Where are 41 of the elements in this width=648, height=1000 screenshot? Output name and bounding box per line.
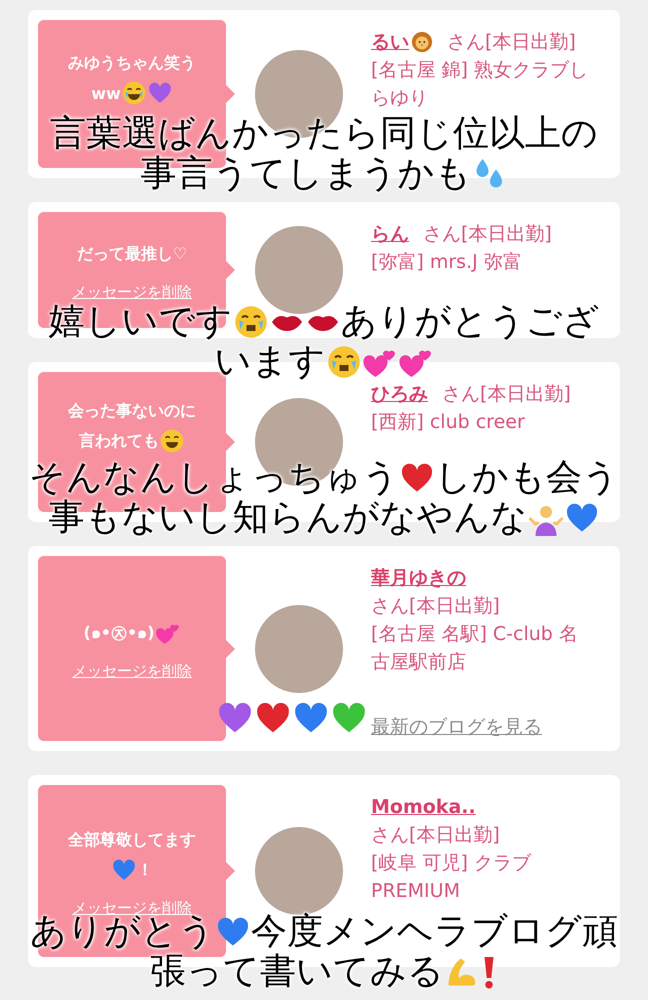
message-text: (๑•㉨•๑) <box>83 622 155 644</box>
attendance-text: さん[本日出勤] <box>442 382 571 407</box>
shop-name: [名古屋 錦] 熟女クラブしらゆり <box>371 59 588 109</box>
message-text: 会った事ないのに <box>68 400 196 422</box>
delete-message-link[interactable]: メッセージを削除 <box>72 662 192 680</box>
attendance-text: さん[本日出勤] <box>423 222 552 247</box>
lion-icon <box>411 31 433 53</box>
caption-text: 言葉選ばんかったら同じ位以上の <box>50 114 598 154</box>
cast-name-link[interactable]: ひろみ <box>371 380 428 408</box>
cast-name-link[interactable]: るい <box>371 28 409 56</box>
caption-text: しかも会う <box>435 458 619 498</box>
caption-text: 張って書いてみる <box>150 952 444 992</box>
delete-message-link[interactable]: メッセージを削除 <box>72 283 192 301</box>
message-text: みゆうちゃん笑う <box>68 52 196 74</box>
message-text: ww <box>91 84 121 102</box>
caption-text: 事言うてしまうかも <box>140 154 472 194</box>
caption-text: います <box>214 342 326 382</box>
caption-text: ありがとうござ <box>340 302 600 342</box>
message-text: 全部尊敬してます <box>68 830 196 850</box>
laughing-face-icon <box>159 428 185 454</box>
cast-name-link[interactable]: らん <box>371 220 409 248</box>
caption-text: 嬉しいです <box>48 302 232 342</box>
shop-name: [岐阜 可児] クラブ PREMIUM <box>371 852 531 902</box>
message-text: ！ <box>137 860 153 880</box>
blog-link[interactable]: 最新のブログを見る <box>371 716 542 738</box>
attendance-text: さん[本日出勤] <box>371 823 500 848</box>
caption-text: 事もないし知らんがなやんな <box>48 498 528 538</box>
caption-text: 今度メンヘラブログ頑 <box>251 912 618 952</box>
cast-name-link[interactable]: 華月ゆきの <box>371 564 466 592</box>
message-text: だって最推し♡ <box>76 244 188 264</box>
attendance-text: さん[本日出勤] <box>371 594 500 619</box>
message-text: 言われても <box>79 430 159 452</box>
crying-face-icon <box>232 304 268 340</box>
attendance-text: さん[本日出勤] <box>447 30 576 55</box>
shop-name: [名古屋 名駅] C-club 名古屋駅前店 <box>371 623 578 673</box>
cast-name-link[interactable]: Momoka.. <box>371 793 476 821</box>
shop-name: [西新] club creer <box>371 411 525 433</box>
shop-name: [弥富] mrs.J 弥富 <box>371 251 522 273</box>
laughing-face-icon <box>120 80 147 106</box>
caption-text: そんなんしょっちゅう <box>29 458 399 498</box>
crying-face-icon <box>326 344 362 380</box>
